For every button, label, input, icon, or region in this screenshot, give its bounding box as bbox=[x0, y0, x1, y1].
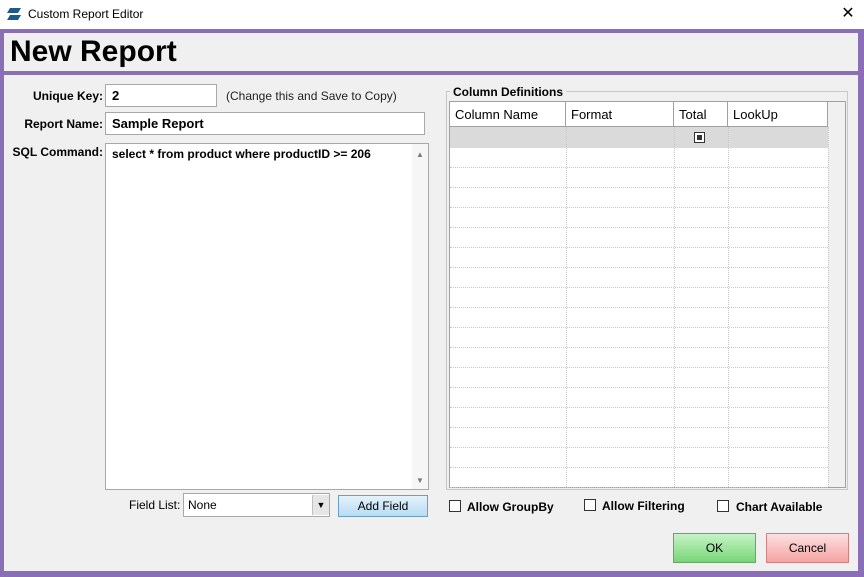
column-header-name[interactable]: Column Name bbox=[450, 102, 566, 127]
table-row[interactable] bbox=[450, 408, 828, 428]
window-title: Custom Report Editor bbox=[28, 7, 144, 21]
scroll-up-icon[interactable]: ▲ bbox=[412, 150, 428, 159]
unique-key-input[interactable]: 2 bbox=[105, 84, 217, 107]
table-row[interactable] bbox=[450, 388, 828, 408]
table-row[interactable] bbox=[450, 268, 828, 288]
table-row[interactable] bbox=[450, 208, 828, 228]
sql-command-text: select * from product where productID >=… bbox=[112, 147, 371, 161]
table-row[interactable] bbox=[450, 127, 828, 148]
column-header-total[interactable]: Total bbox=[674, 102, 728, 127]
chart-available-checkbox[interactable] bbox=[717, 500, 729, 512]
table-row[interactable] bbox=[450, 468, 828, 488]
add-field-button[interactable]: Add Field bbox=[338, 495, 428, 517]
grid-divider bbox=[828, 127, 829, 487]
table-row[interactable] bbox=[450, 188, 828, 208]
chart-available-label[interactable]: Chart Available bbox=[736, 500, 822, 514]
table-row[interactable] bbox=[450, 328, 828, 348]
column-header-lookup[interactable]: LookUp bbox=[728, 102, 828, 127]
table-row[interactable] bbox=[450, 148, 828, 168]
grid-divider bbox=[566, 127, 567, 487]
report-name-label: Report Name: bbox=[24, 117, 103, 131]
unique-key-label: Unique Key: bbox=[32, 89, 103, 103]
allow-filtering-checkbox[interactable] bbox=[584, 499, 596, 511]
grid-divider bbox=[674, 127, 675, 487]
checkbox-check-icon bbox=[697, 135, 702, 140]
allow-groupby-checkbox[interactable] bbox=[449, 500, 461, 512]
sql-command-textarea[interactable] bbox=[105, 143, 429, 490]
sql-scrollbar[interactable] bbox=[412, 144, 428, 489]
grid-scrollbar[interactable] bbox=[828, 102, 845, 487]
field-list-select[interactable]: None bbox=[183, 493, 330, 517]
chevron-down-icon[interactable]: ▼ bbox=[312, 495, 329, 515]
table-row[interactable] bbox=[450, 308, 828, 328]
table-row[interactable] bbox=[450, 288, 828, 308]
table-row[interactable] bbox=[450, 448, 828, 468]
allow-filtering-label[interactable]: Allow Filtering bbox=[602, 499, 685, 513]
sql-command-label: SQL Command: bbox=[12, 145, 103, 159]
unique-key-hint: (Change this and Save to Copy) bbox=[226, 89, 397, 103]
allow-groupby-label[interactable]: Allow GroupBy bbox=[467, 500, 554, 514]
table-row[interactable] bbox=[450, 248, 828, 268]
field-list-label: Field List: bbox=[129, 498, 181, 512]
scroll-down-icon[interactable]: ▼ bbox=[412, 476, 428, 485]
table-row[interactable] bbox=[450, 348, 828, 368]
page-title: New Report bbox=[10, 35, 177, 68]
app-icon bbox=[7, 8, 21, 20]
table-row[interactable] bbox=[450, 168, 828, 188]
table-row[interactable] bbox=[450, 228, 828, 248]
column-header-format[interactable]: Format bbox=[566, 102, 674, 127]
close-icon[interactable]: ✕ bbox=[836, 2, 860, 26]
cancel-button[interactable]: Cancel bbox=[766, 533, 849, 563]
report-name-input[interactable]: Sample Report bbox=[105, 112, 425, 135]
grid-divider bbox=[728, 127, 729, 487]
table-row[interactable] bbox=[450, 368, 828, 388]
table-row[interactable] bbox=[450, 428, 828, 448]
ok-button[interactable]: OK bbox=[673, 533, 756, 563]
column-definitions-title: Column Definitions bbox=[450, 85, 566, 99]
